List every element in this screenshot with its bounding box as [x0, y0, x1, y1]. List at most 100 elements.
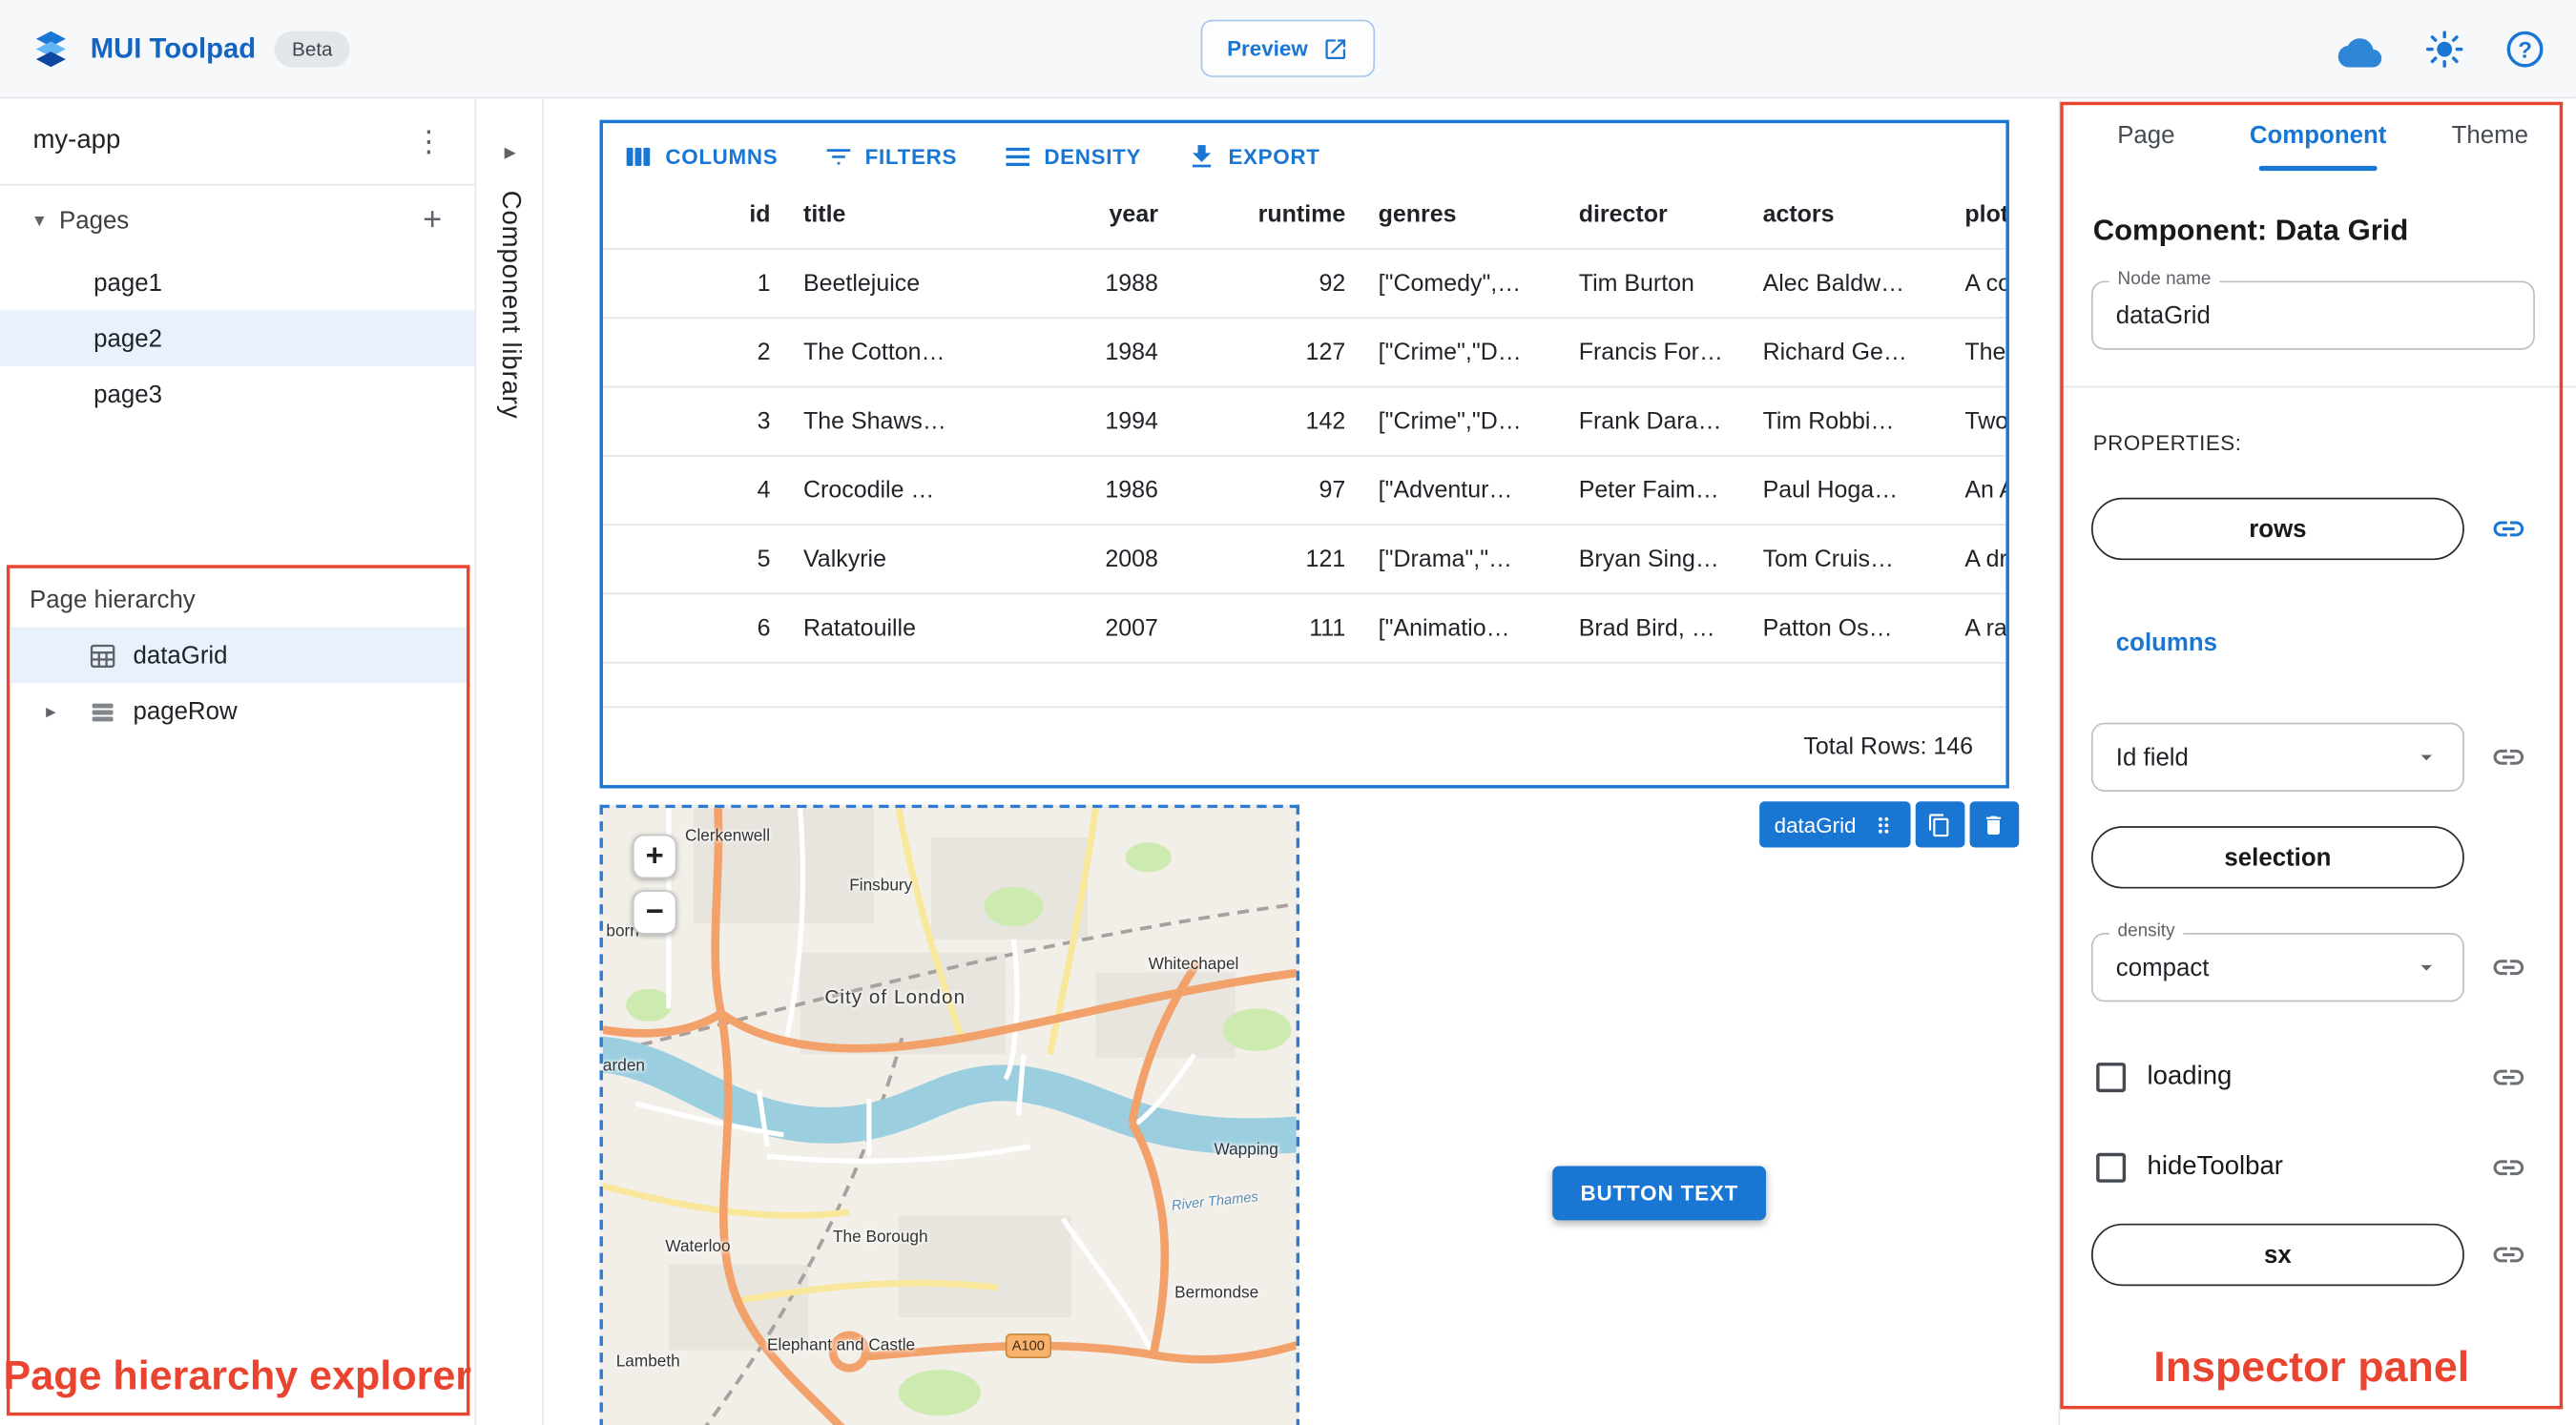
id-field-select[interactable]: Id field — [2090, 722, 2464, 792]
column-header[interactable]: year — [1017, 201, 1174, 228]
chevron-right-icon[interactable]: ▸ — [30, 700, 73, 723]
deploy-cloud-icon[interactable] — [2337, 31, 2382, 68]
map-place-label: Wapping — [1214, 1141, 1278, 1160]
pages-section-header[interactable]: ▾ Pages + — [0, 186, 475, 255]
datagrid-component[interactable]: COLUMNS FILTERS DENSITY EXPORT id title — [599, 119, 2009, 789]
table-row[interactable]: 4 Crocodile … 1986 97 ["Adventur… Peter … — [602, 457, 2006, 527]
selection-chip-handle[interactable]: dataGrid — [1759, 801, 1911, 848]
bind-link-icon[interactable] — [2490, 1060, 2526, 1096]
table-row[interactable]: 2 The Cotton… 1984 127 ["Crime","D… Fran… — [602, 319, 2006, 388]
column-header[interactable]: plot — [1948, 201, 2005, 228]
cell: 2008 — [1105, 546, 1158, 573]
node-name-value: dataGrid — [2115, 300, 2211, 330]
table-row[interactable]: 1 Beetlejuice 1988 92 ["Comedy",… Tim Bu… — [602, 250, 2006, 320]
duplicate-component-button[interactable] — [1915, 801, 1965, 848]
sx-button[interactable]: sx — [2090, 1223, 2464, 1287]
selection-property-row: selection — [2060, 826, 2576, 889]
column-header[interactable]: title — [787, 201, 1017, 228]
bind-link-icon[interactable] — [2490, 949, 2526, 985]
loading-checkbox[interactable] — [2096, 1063, 2127, 1093]
bind-link-icon[interactable] — [2490, 739, 2526, 775]
tab-theme[interactable]: Theme — [2404, 98, 2576, 171]
bind-link-icon[interactable] — [2490, 1149, 2526, 1186]
columns-link[interactable]: columns — [2116, 629, 2217, 656]
expand-chevron-icon[interactable]: ▸ — [476, 138, 544, 166]
hidetoolbar-checkbox[interactable] — [2096, 1152, 2127, 1183]
column-header[interactable]: genres — [1361, 201, 1562, 228]
cell: Francis For… — [1578, 339, 1723, 366]
divider — [2060, 385, 2576, 388]
density-label: density — [2109, 920, 2184, 941]
bind-link-icon[interactable] — [2490, 511, 2526, 547]
table-row[interactable]: 5 Valkyrie 2008 121 ["Drama","… Bryan Si… — [602, 526, 2006, 595]
sidebar-item-page1[interactable]: page1 — [0, 255, 475, 311]
density-select[interactable]: density compact — [2090, 920, 2464, 1002]
table-row[interactable]: 6 Ratatouille 2007 111 ["Animatio… Brad … — [602, 594, 2006, 664]
cell: The — [1964, 339, 2006, 366]
filters-toolbar-button[interactable]: FILTERS — [822, 141, 957, 173]
column-header[interactable]: runtime — [1174, 201, 1361, 228]
table-row[interactable]: 3 The Shaws… 1994 142 ["Crime","D… Frank… — [602, 387, 2006, 457]
toolbar-button-label: COLUMNS — [665, 144, 779, 170]
tab-component[interactable]: Component — [2232, 98, 2403, 172]
cell: Ratatouille — [803, 614, 916, 642]
map-place-label: Waterloo — [665, 1238, 731, 1257]
component-library-strip: ▸ Component library — [476, 98, 544, 1425]
sidebar-item-page3[interactable]: page3 — [0, 366, 475, 423]
zoom-out-button[interactable]: − — [632, 890, 677, 935]
help-icon[interactable]: ? — [2506, 31, 2544, 68]
theme-brightness-icon[interactable] — [2425, 30, 2464, 69]
hierarchy-item-pagerow[interactable]: ▸ pageRow — [10, 683, 467, 739]
app-menu-kebab-icon[interactable]: ⋮ — [409, 124, 448, 158]
page-hierarchy-annotation-box: Page hierarchy dataGrid ▸ pageRow — [6, 565, 470, 1416]
cell: Paul Hoga… — [1762, 477, 1899, 504]
map-place-label: Clerkenwell — [685, 827, 771, 846]
cell: Tim Robbi… — [1762, 407, 1895, 435]
density-toolbar-button[interactable]: DENSITY — [1002, 141, 1142, 173]
hierarchy-item-label: pageRow — [133, 696, 238, 726]
node-name-field[interactable]: Node name dataGrid — [2090, 269, 2535, 350]
cell: 4 — [757, 477, 771, 504]
hierarchy-item-datagrid[interactable]: dataGrid — [10, 627, 467, 684]
delete-component-button[interactable] — [1969, 801, 2019, 848]
map-component[interactable]: Clerkenwell born Finsbury Whitechapel Ci… — [599, 804, 1300, 1425]
columns-toolbar-button[interactable]: COLUMNS — [623, 141, 779, 173]
export-toolbar-button[interactable]: EXPORT — [1186, 141, 1320, 173]
tab-page[interactable]: Page — [2060, 98, 2232, 171]
sidebar-item-page2[interactable]: page2 — [0, 310, 475, 366]
page-row-icon — [92, 702, 114, 721]
properties-label: PROPERTIES: — [2092, 430, 2242, 455]
density-value: compact — [2115, 953, 2210, 981]
selection-button[interactable]: selection — [2090, 826, 2464, 889]
zoom-in-button[interactable]: + — [632, 834, 677, 879]
app-title: MUI Toolpad — [90, 32, 257, 65]
button-component[interactable]: BUTTON TEXT — [1552, 1166, 1767, 1221]
cell: 2 — [757, 339, 771, 366]
column-header[interactable]: director — [1563, 201, 1747, 228]
map-place-label: Lambeth — [615, 1353, 680, 1372]
cell: Valkyrie — [803, 546, 886, 573]
cell: The Cotton… — [803, 339, 945, 366]
cell: The Shaws… — [803, 407, 946, 435]
hidetoolbar-label: hideToolbar — [2147, 1152, 2283, 1182]
app-viewport: MUI Toolpad Beta Preview ? my-app ⋮ ▾ Pa… — [0, 0, 2576, 1425]
map-canvas[interactable] — [602, 808, 1299, 1425]
column-header[interactable]: actors — [1746, 201, 1948, 228]
column-header[interactable]: id — [603, 201, 787, 228]
inspector-tabs: Page Component Theme — [2060, 98, 2576, 172]
chevron-down-icon — [2420, 964, 2432, 971]
datagrid-footer: Total Rows: 146 — [602, 706, 2006, 785]
toolbar-button-label: DENSITY — [1044, 144, 1142, 170]
app-bar-actions: ? — [2337, 0, 2544, 98]
rows-button[interactable]: rows — [2090, 497, 2464, 561]
cell: Tim Burton — [1578, 270, 1694, 297]
add-page-icon[interactable]: + — [413, 204, 452, 237]
preview-button[interactable]: Preview — [1200, 19, 1376, 77]
inspector-panel: Page Component Theme Component: Data Gri… — [2058, 98, 2576, 1425]
cell: Beetlejuice — [803, 270, 921, 297]
density-icon — [1005, 147, 1029, 166]
bind-link-icon[interactable] — [2490, 1237, 2526, 1273]
rows-property-row: rows — [2060, 497, 2576, 561]
drag-handle-icon[interactable] — [1871, 812, 1896, 836]
cell: 1994 — [1105, 407, 1158, 435]
